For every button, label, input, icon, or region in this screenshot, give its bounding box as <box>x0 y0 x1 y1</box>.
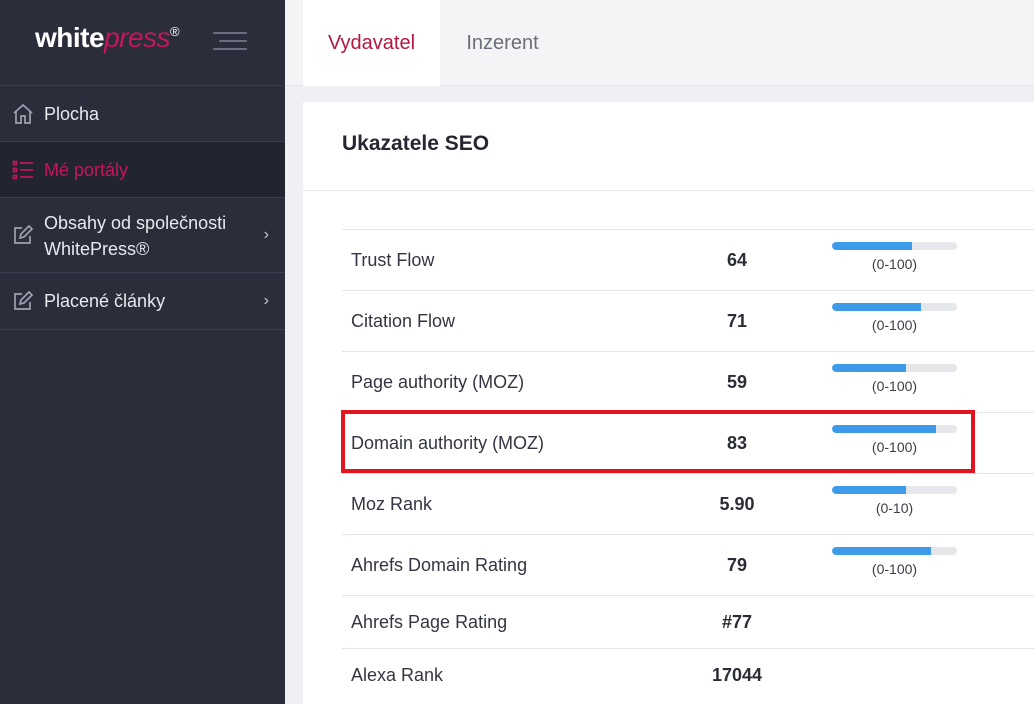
metric-range: (0-100) <box>871 561 918 577</box>
metric-range: (0-100) <box>871 439 918 455</box>
metric-value: 17044 <box>711 664 763 685</box>
sidebar-header: whitepress® <box>0 0 285 86</box>
whitepress-logo[interactable]: whitepress® <box>35 22 180 54</box>
metric-value: 83 <box>726 432 748 453</box>
edit-icon <box>11 223 35 247</box>
metric-name: Ahrefs Page Rating <box>351 611 508 632</box>
metric-value: 79 <box>726 554 748 575</box>
edit-icon <box>11 289 35 313</box>
metric-name: Moz Rank <box>351 493 433 514</box>
sidebar-item-label-line2: WhitePress® <box>44 239 150 259</box>
metric-name: Alexa Rank <box>351 664 444 685</box>
metric-range: (0-10) <box>875 500 914 516</box>
metric-value: #77 <box>721 611 753 632</box>
logo-press: press <box>104 22 171 53</box>
table-row: Ahrefs Domain Rating 79 (0-100) <box>342 534 1034 595</box>
metric-name: Page authority (MOZ) <box>351 371 525 392</box>
metric-value: 59 <box>726 371 748 392</box>
sidebar-item-me-portaly[interactable]: Mé portály <box>0 142 285 198</box>
metric-range: (0-100) <box>871 317 918 333</box>
metric-bar: (0-100) <box>832 425 957 455</box>
seo-table: Trust Flow 64 (0-100) Citation Flow 71 (… <box>342 229 1034 701</box>
progress-track <box>832 242 957 250</box>
card-title: Ukazatele SEO <box>342 132 490 155</box>
progress-fill <box>832 242 912 250</box>
metric-bar: (0-100) <box>832 547 957 577</box>
metric-bar: (0-100) <box>832 242 957 272</box>
table-row: Ahrefs Page Rating #77 <box>342 595 1034 648</box>
progress-fill <box>832 547 931 555</box>
logo-white: white <box>35 22 105 53</box>
metric-range: (0-100) <box>871 256 918 272</box>
chevron-right-icon: › <box>263 292 269 309</box>
metric-bar: (0-100) <box>832 364 957 394</box>
table-row: Domain authority (MOZ) 83 (0-100) <box>342 412 1034 473</box>
sidebar-item-placene-clanky[interactable]: Placené články › <box>0 273 285 330</box>
progress-fill <box>832 303 921 311</box>
home-icon <box>11 102 35 126</box>
metric-name: Citation Flow <box>351 310 456 331</box>
list-icon <box>11 158 35 182</box>
hamburger-menu-icon[interactable] <box>213 30 247 52</box>
metric-bar: (0-10) <box>832 486 957 516</box>
table-row: Trust Flow 64 (0-100) <box>342 229 1034 290</box>
metric-value: 5.90 <box>719 493 755 514</box>
sidebar-item-obsahy[interactable]: Obsahy od společnosti WhitePress® › <box>0 198 285 273</box>
metric-value: 64 <box>726 249 748 270</box>
sidebar-item-label: Mé portály <box>44 159 129 180</box>
table-row: Alexa Rank 17044 <box>342 648 1034 701</box>
sidebar-item-label-line1: Obsahy od společnosti <box>44 213 227 233</box>
divider <box>303 190 1034 191</box>
metric-name: Trust Flow <box>351 249 435 270</box>
table-row: Page authority (MOZ) 59 (0-100) <box>342 351 1034 412</box>
metric-range: (0-100) <box>871 378 918 394</box>
progress-track <box>832 547 957 555</box>
progress-track <box>832 303 957 311</box>
sidebar: whitepress® Plocha Mé portály Obsahy od … <box>0 0 285 704</box>
metric-bar: (0-100) <box>832 303 957 333</box>
sidebar-item-label: Plocha <box>44 103 100 124</box>
progress-fill <box>832 486 906 494</box>
progress-fill <box>832 425 936 433</box>
sidebar-item-label: Placené články <box>44 291 166 311</box>
progress-track <box>832 486 957 494</box>
chevron-right-icon: › <box>263 226 269 243</box>
tab-vydavatel[interactable]: Vydavatel <box>303 0 440 86</box>
top-tab-bar: Vydavatel Inzerent <box>285 0 1034 86</box>
metric-value: 71 <box>726 310 748 331</box>
tab-inzerent[interactable]: Inzerent <box>440 0 565 86</box>
sidebar-item-label: Obsahy od společnosti WhitePress® <box>44 210 226 262</box>
seo-card: Ukazatele SEO Trust Flow 64 (0-100) Cita… <box>303 102 1034 704</box>
metric-name: Domain authority (MOZ) <box>351 432 545 453</box>
progress-fill <box>832 364 906 372</box>
progress-track <box>832 425 957 433</box>
table-row: Moz Rank 5.90 (0-10) <box>342 473 1034 534</box>
app: whitepress® Plocha Mé portály Obsahy od … <box>0 0 1034 704</box>
sidebar-item-plocha[interactable]: Plocha <box>0 86 285 142</box>
metric-name: Ahrefs Domain Rating <box>351 554 528 575</box>
table-row: Citation Flow 71 (0-100) <box>342 290 1034 351</box>
logo-registered: ® <box>170 24 180 39</box>
progress-track <box>832 364 957 372</box>
